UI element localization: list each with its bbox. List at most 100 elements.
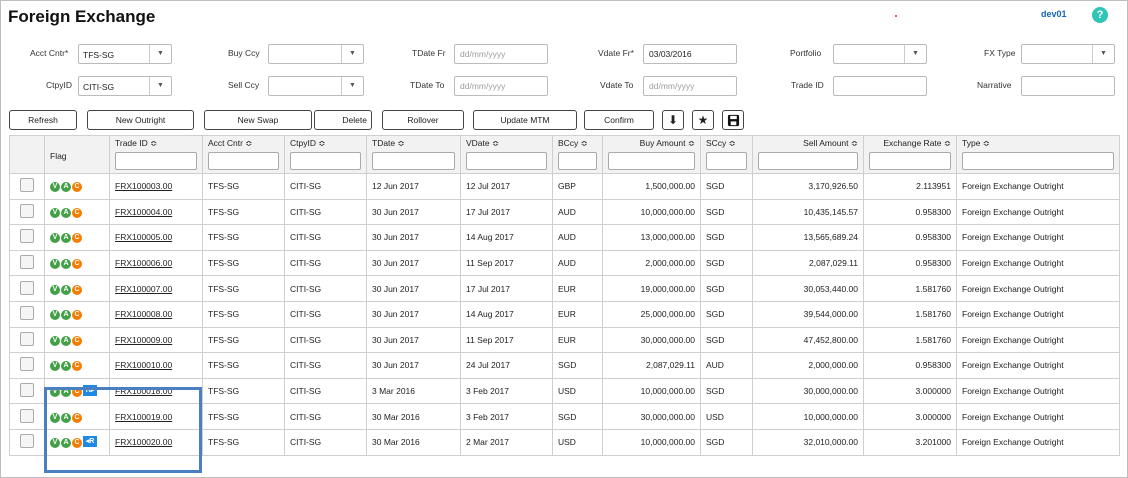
column-header-buy-amount[interactable]: Buy Amount ≎ xyxy=(602,135,701,174)
column-filter-input[interactable] xyxy=(608,152,695,170)
trade-id-link[interactable]: FRX100007.00 xyxy=(115,284,172,294)
new-swap-button[interactable]: New Swap xyxy=(204,110,312,130)
column-filter-input[interactable] xyxy=(558,152,597,170)
trade-id-link[interactable]: FRX100009.00 xyxy=(115,335,172,345)
row-checkbox[interactable] xyxy=(20,434,34,449)
ctpyid-select[interactable]: CITI-SG ▼ xyxy=(78,76,172,96)
column-header-flag: Flag xyxy=(44,135,110,174)
rollover-button[interactable]: Rollover xyxy=(382,110,464,130)
bccy-cell: EUR xyxy=(552,275,603,302)
column-header-label: Exchange Rate ≎ xyxy=(883,138,951,148)
column-header-trade-id[interactable]: Trade ID ≎ xyxy=(109,135,203,174)
row-checkbox[interactable] xyxy=(20,357,34,372)
row-checkbox[interactable] xyxy=(20,383,34,398)
sccy-cell: SGD xyxy=(700,249,753,277)
trade-id-link[interactable]: FRX100005.00 xyxy=(115,232,172,242)
acct-cntr-select[interactable]: TFS-SG ▼ xyxy=(78,44,172,64)
c-flag-icon: C xyxy=(72,259,82,270)
column-header-tdate[interactable]: TDate ≎ xyxy=(366,135,461,174)
trade-id-input[interactable] xyxy=(833,76,927,96)
column-header-ctpyid[interactable]: CtpyID ≎ xyxy=(284,135,367,174)
table-header-row: Flag Trade ID ≎ Acct Cntr ≎ CtpyID ≎ TDa… xyxy=(9,135,1120,174)
sell-amount-cell: 2,087,029.11 xyxy=(752,249,864,277)
column-header-label: Buy Amount ≎ xyxy=(639,138,695,148)
sell-ccy-select[interactable]: ▼ xyxy=(268,76,364,96)
tdate-cell: 30 Mar 2016 xyxy=(366,403,461,430)
column-header-sell-amount[interactable]: Sell Amount ≎ xyxy=(752,135,864,174)
trade-id-link[interactable]: FRX100006.00 xyxy=(115,258,172,268)
table-row[interactable]: V A C FRX100007.00 TFS-SG CITI-SG 30 Jun 2017 1… xyxy=(9,275,1120,302)
tdate-fr-input[interactable]: dd/mm/yyyy xyxy=(454,44,548,64)
fx-type-select[interactable]: ▼ xyxy=(1021,44,1115,64)
column-filter-input[interactable] xyxy=(869,152,951,170)
column-filter-input[interactable] xyxy=(372,152,455,170)
column-filter-input[interactable] xyxy=(290,152,361,170)
vdate-fr-input[interactable]: 03/03/2016 xyxy=(643,44,737,64)
buy-ccy-label: Buy Ccy xyxy=(228,48,260,58)
new-outright-button[interactable]: New Outright xyxy=(87,110,194,130)
confirm-button[interactable]: Confirm xyxy=(584,110,654,130)
column-header-vdate[interactable]: VDate ≎ xyxy=(460,135,553,174)
exchange-rate-cell: 3.201000 xyxy=(863,428,957,456)
vdate-cell: 2 Mar 2017 xyxy=(460,428,553,456)
narrative-input[interactable] xyxy=(1021,76,1115,96)
tdate-cell: 30 Mar 2016 xyxy=(366,428,461,456)
flag-cell: VAC xyxy=(44,198,110,226)
delete-button[interactable]: Delete xyxy=(314,110,372,130)
acct-cntr-cell: TFS-SG xyxy=(202,249,285,277)
vdate-to-input[interactable]: dd/mm/yyyy xyxy=(643,76,737,96)
column-filter-input[interactable] xyxy=(962,152,1114,170)
trade-id-link[interactable]: FRX100008.00 xyxy=(115,309,172,319)
column-filter-input[interactable] xyxy=(208,152,279,170)
trade-id-link[interactable]: FRX100003.00 xyxy=(115,181,172,191)
table-row[interactable]: V A C FRX100006.00 TFS-SG CITI-SG 30 Jun 2017 1… xyxy=(9,249,1120,277)
column-header-exchange-rate[interactable]: Exchange Rate ≎ xyxy=(863,135,957,174)
table-row[interactable]: V A C FRX100005.00 TFS-SG CITI-SG 30 Jun 2017 1… xyxy=(9,224,1120,251)
acct-cntr-cell: TFS-SG xyxy=(202,326,285,354)
trade-id-link[interactable]: FRX100004.00 xyxy=(115,207,172,217)
tdate-to-input[interactable]: dd/mm/yyyy xyxy=(454,76,548,96)
buy-amount-cell: 2,000,000.00 xyxy=(602,249,701,277)
table-row[interactable]: V A C FRX100010.00 TFS-SG CITI-SG 30 Jun 2017 2… xyxy=(9,352,1120,379)
row-checkbox[interactable] xyxy=(20,229,34,244)
sccy-cell: SGD xyxy=(700,300,753,328)
column-filter-input[interactable] xyxy=(758,152,858,170)
row-checkbox[interactable] xyxy=(20,203,34,218)
sell-amount-cell: 13,565,689.24 xyxy=(752,224,864,251)
table-row[interactable]: V A C FRX100003.00 TFS-SG CITI-SG 12 Jun 2017 1… xyxy=(9,173,1120,200)
row-checkbox[interactable] xyxy=(20,255,34,270)
row-checkbox[interactable] xyxy=(20,306,34,321)
sell-amount-cell: 32,010,000.00 xyxy=(752,428,864,456)
row-checkbox[interactable] xyxy=(20,280,34,295)
save-icon[interactable] xyxy=(722,110,744,130)
column-header-acct-cntr[interactable]: Acct Cntr ≎ xyxy=(202,135,285,174)
star-icon[interactable]: ★ xyxy=(692,110,714,130)
column-header-sccy[interactable]: SCcy ≎ xyxy=(700,135,753,174)
column-header-type[interactable]: Type ≎ xyxy=(956,135,1120,174)
buy-amount-cell: 13,000,000.00 xyxy=(602,224,701,251)
c-flag-icon: C xyxy=(72,310,82,321)
user-name[interactable]: dev01 xyxy=(1041,9,1067,19)
column-filter-input[interactable] xyxy=(115,152,197,170)
trade-id-link[interactable]: FRX100010.00 xyxy=(115,360,172,370)
row-checkbox[interactable] xyxy=(20,408,34,423)
column-filter-input[interactable] xyxy=(706,152,747,170)
buy-amount-cell: 2,087,029.11 xyxy=(602,352,701,379)
table-row[interactable]: V A C FRX100008.00 TFS-SG CITI-SG 30 Jun 2017 1… xyxy=(9,300,1120,328)
column-header-bccy[interactable]: BCcy ≎ xyxy=(552,135,603,174)
row-checkbox[interactable] xyxy=(20,331,34,346)
buy-ccy-select[interactable]: ▼ xyxy=(268,44,364,64)
ctpyid-cell: CITI-SG xyxy=(284,198,367,226)
type-cell: Foreign Exchange Outright xyxy=(956,403,1120,430)
ctpyid-cell: CITI-SG xyxy=(284,428,367,456)
table-row[interactable]: V A C FRX100009.00 TFS-SG CITI-SG 30 Jun 2017 1… xyxy=(9,326,1120,354)
update-mtm-button[interactable]: Update MTM xyxy=(473,110,577,130)
refresh-button[interactable]: Refresh xyxy=(9,110,77,130)
download-icon[interactable]: ⬇ xyxy=(662,110,684,130)
trade-id-cell: FRX100005.00 xyxy=(109,224,203,251)
portfolio-select[interactable]: ▼ xyxy=(833,44,927,64)
row-checkbox[interactable] xyxy=(20,178,34,193)
help-icon[interactable]: ? xyxy=(1092,7,1108,23)
column-filter-input[interactable] xyxy=(466,152,547,170)
table-row[interactable]: V A C FRX100004.00 TFS-SG CITI-SG 30 Jun 2017 1… xyxy=(9,198,1120,226)
